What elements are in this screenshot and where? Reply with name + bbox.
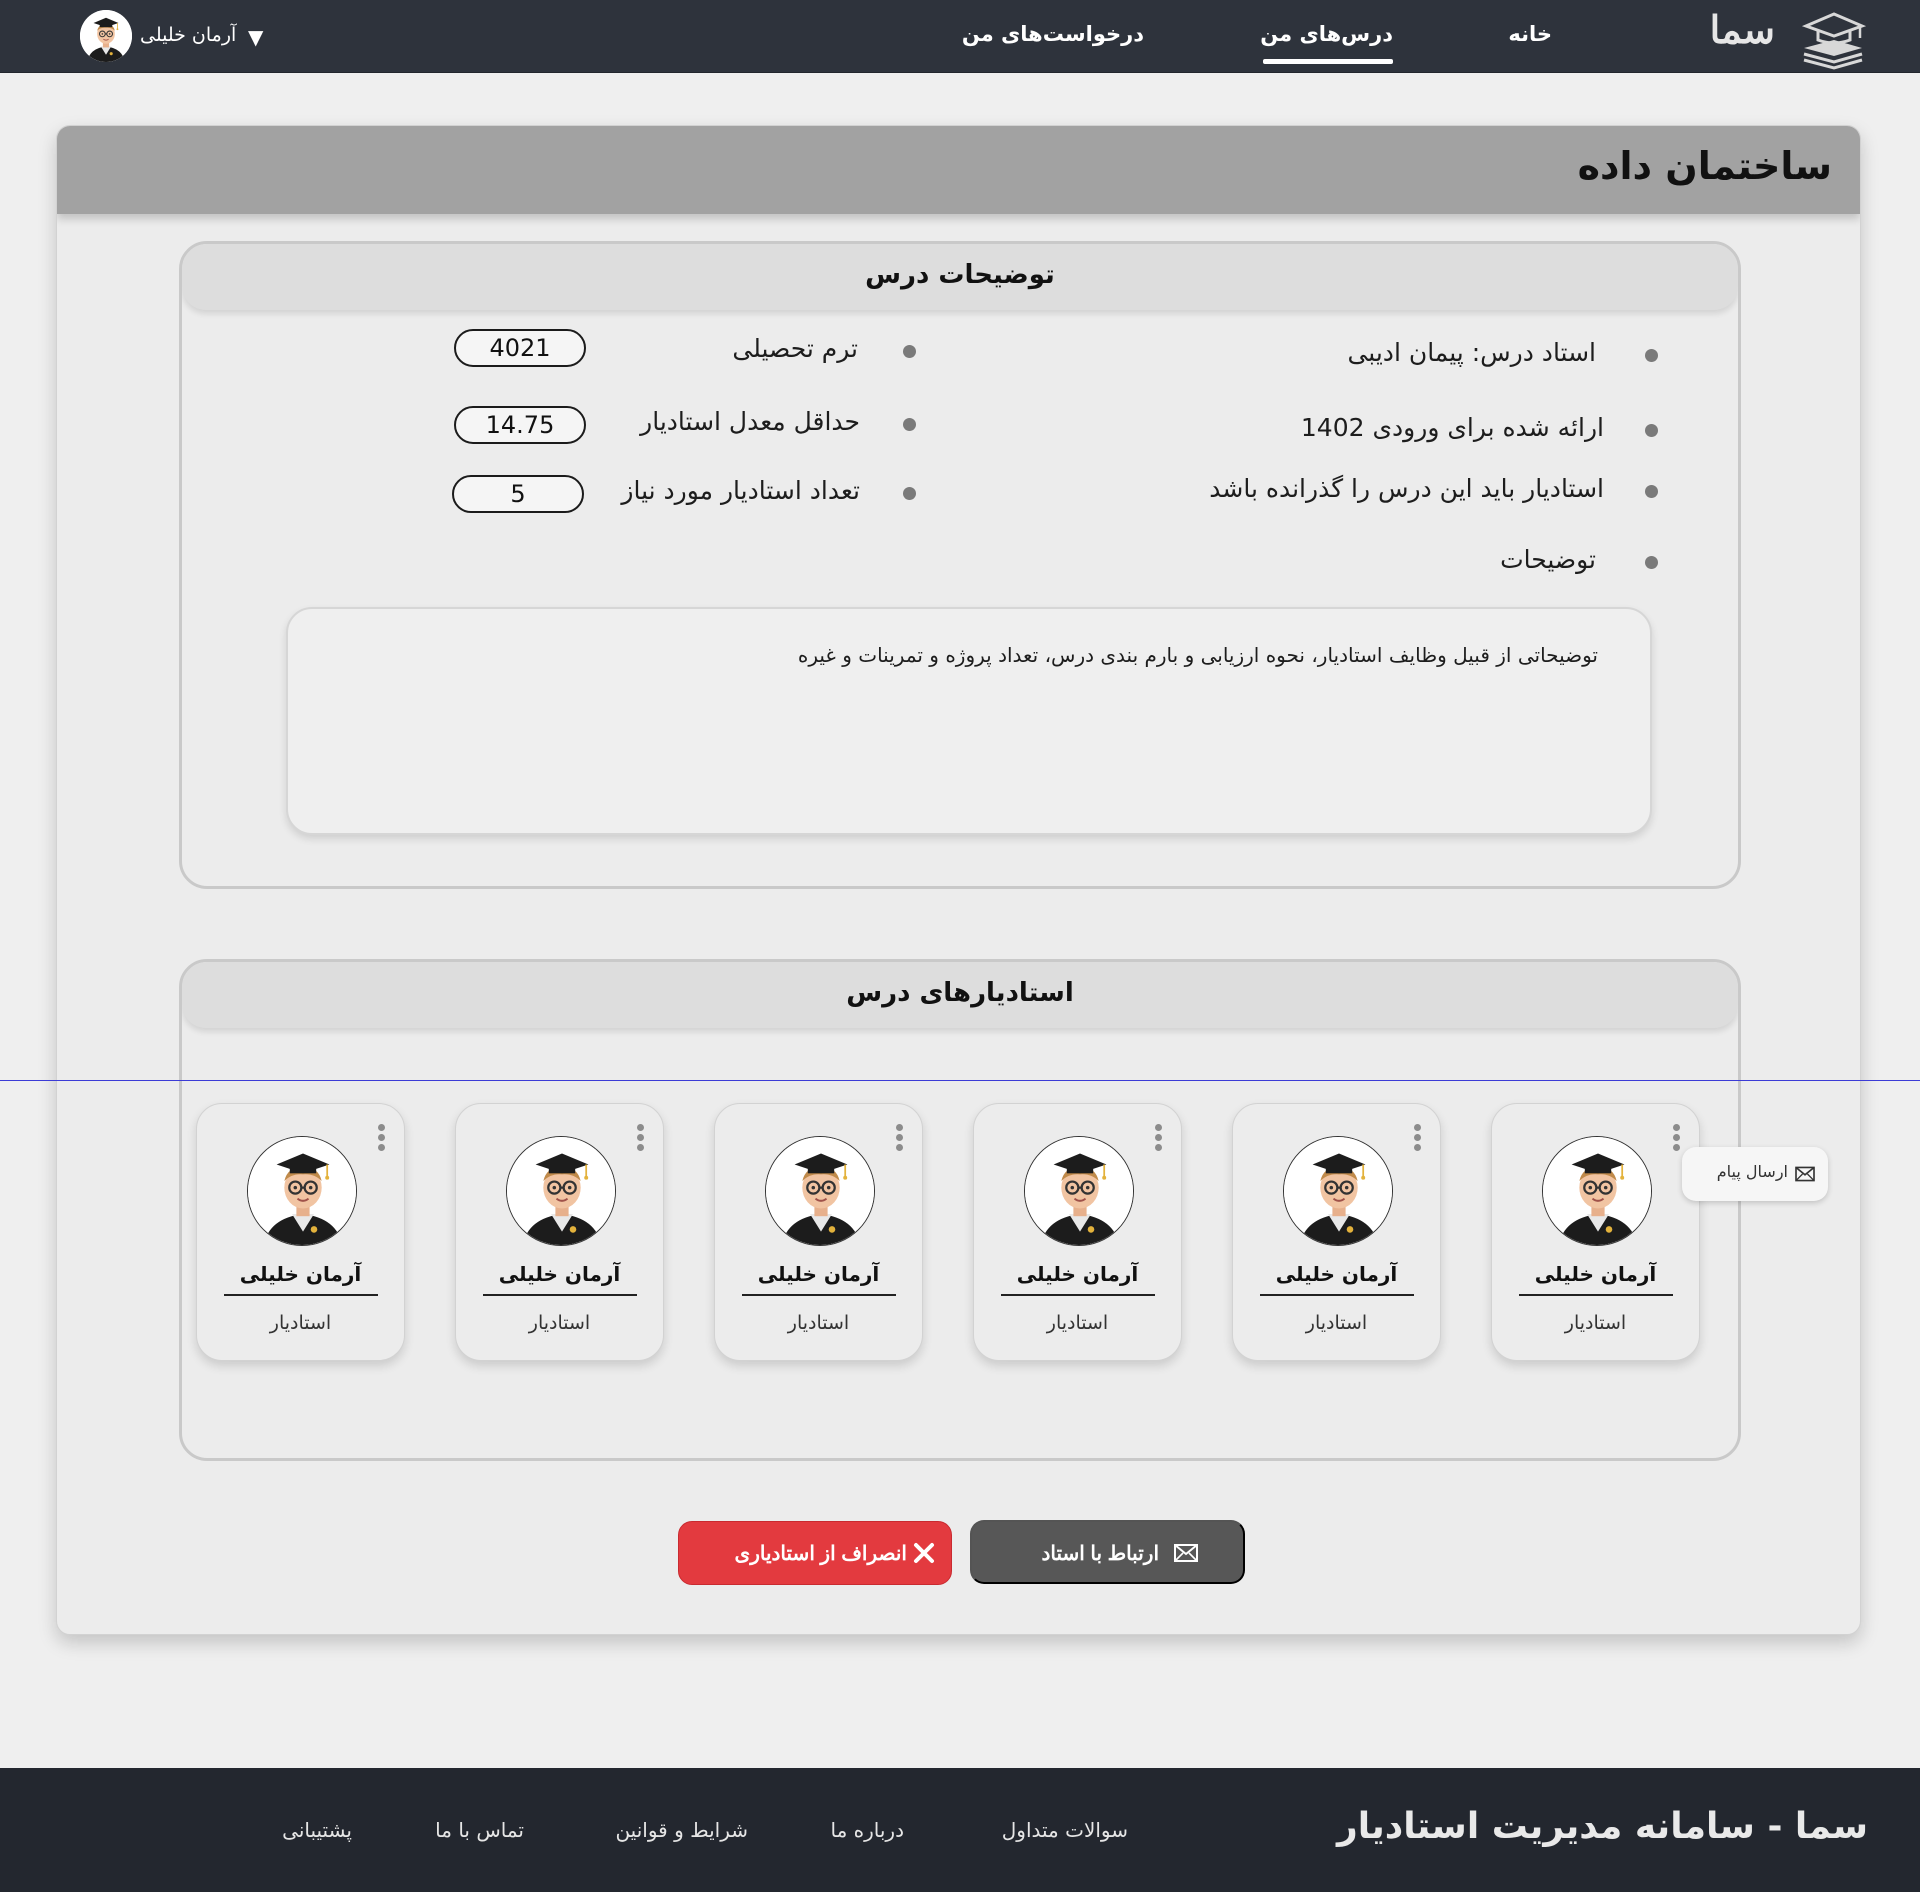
guide-line bbox=[0, 1080, 1920, 1081]
footer-link-about[interactable]: درباره ما bbox=[830, 1818, 904, 1842]
ta-card[interactable]: آرمان خلیلی استادیار bbox=[1232, 1103, 1441, 1361]
ta-count-value: 5 bbox=[452, 475, 584, 513]
more-vertical-icon[interactable] bbox=[1153, 1124, 1163, 1154]
course-header: ساختمان داده bbox=[57, 126, 1860, 214]
ta-role: استادیار bbox=[528, 1312, 591, 1334]
description-box: توضیحاتی از قبیل وظایف استادیار، نحوه ار… bbox=[286, 607, 1652, 835]
top-navbar: سما خانه درس‌های من درخواست‌های من آرمان… bbox=[0, 0, 1920, 73]
page-title: ساختمان داده bbox=[1577, 144, 1832, 188]
contact-instructor-button[interactable]: ارتباط با استاد bbox=[970, 1520, 1245, 1584]
footer-link-faq[interactable]: سوالات متداول bbox=[1002, 1818, 1128, 1842]
user-avatar bbox=[80, 10, 132, 62]
divider bbox=[1260, 1294, 1414, 1296]
bullet-icon bbox=[903, 345, 916, 358]
divider bbox=[1001, 1294, 1155, 1296]
course-details-title: توضیحات درس bbox=[865, 260, 1055, 290]
ta-avatar bbox=[247, 1136, 357, 1246]
divider bbox=[224, 1294, 378, 1296]
ta-name: آرمان خلیلی bbox=[1016, 1262, 1139, 1286]
ta-count-label: تعداد استادیار مورد نیاز bbox=[621, 476, 860, 505]
nav-link-my-requests[interactable]: درخواست‌های من bbox=[962, 22, 1144, 46]
caret-down-icon[interactable]: ▼ bbox=[248, 25, 263, 49]
ta-name: آرمان خلیلی bbox=[757, 1262, 880, 1286]
ta-avatar bbox=[1283, 1136, 1393, 1246]
ta-avatar bbox=[506, 1136, 616, 1246]
nav-link-home[interactable]: خانه bbox=[1508, 22, 1552, 46]
course-tas-panel: استادیارهای درس آرمان خلیلی استادیار آرم… bbox=[179, 959, 1741, 1461]
ta-role: استادیار bbox=[787, 1312, 850, 1334]
mail-icon bbox=[1795, 1166, 1815, 1182]
ta-name: آرمان خلیلی bbox=[1275, 1262, 1398, 1286]
course-tas-title: استادیارهای درس bbox=[846, 978, 1074, 1008]
ta-avatar bbox=[1024, 1136, 1134, 1246]
ta-name: آرمان خلیلی bbox=[1534, 1262, 1657, 1286]
ta-avatar bbox=[765, 1136, 875, 1246]
min-gpa-value: 14.75 bbox=[454, 406, 586, 444]
bullet-icon bbox=[903, 487, 916, 500]
bullet-icon bbox=[1645, 349, 1658, 362]
more-vertical-icon[interactable] bbox=[1671, 1124, 1681, 1154]
prerequisite-label: استادیار باید این درس را گذرانده باشد bbox=[1209, 474, 1604, 503]
ta-name: آرمان خلیلی bbox=[239, 1262, 362, 1286]
mail-icon bbox=[1174, 1544, 1198, 1562]
ta-role: استادیار bbox=[1046, 1312, 1109, 1334]
footer: سما - سامانه مدیریت استادیار سوالات متدا… bbox=[0, 1768, 1920, 1892]
graduation-books-logo-icon bbox=[1801, 12, 1867, 70]
ta-name: آرمان خلیلی bbox=[498, 1262, 621, 1286]
footer-link-contact[interactable]: تماس با ما bbox=[435, 1818, 524, 1842]
course-details-header: توضیحات درس bbox=[182, 244, 1738, 310]
bullet-icon bbox=[1645, 556, 1658, 569]
withdraw-ta-button[interactable]: انصراف از استادیاری bbox=[678, 1521, 952, 1585]
more-vertical-icon[interactable] bbox=[1412, 1124, 1422, 1154]
ta-role: استادیار bbox=[269, 1312, 332, 1334]
send-message-popup[interactable]: ارسال پیام bbox=[1682, 1147, 1828, 1201]
withdraw-ta-label: انصراف از استادیاری bbox=[734, 1543, 907, 1565]
more-vertical-icon[interactable] bbox=[635, 1124, 645, 1154]
active-tab-indicator bbox=[1263, 59, 1393, 64]
course-card: ساختمان داده توضیحات درس استاد درس: پیما… bbox=[56, 125, 1861, 1635]
bullet-icon bbox=[1645, 424, 1658, 437]
bullet-icon bbox=[903, 418, 916, 431]
ta-card[interactable]: آرمان خلیلی استادیار bbox=[455, 1103, 664, 1361]
description-heading: توضیحات bbox=[1500, 545, 1596, 574]
min-gpa-label: حداقل معدل استادیار bbox=[640, 407, 860, 436]
ta-card[interactable]: آرمان خلیلی استادیار bbox=[1491, 1103, 1700, 1361]
ta-avatar bbox=[1542, 1136, 1652, 1246]
footer-link-terms[interactable]: شرایط و قوانین bbox=[615, 1818, 748, 1842]
ta-card[interactable]: آرمان خلیلی استادیار bbox=[714, 1103, 923, 1361]
contact-instructor-label: ارتباط با استاد bbox=[1041, 1543, 1159, 1565]
more-vertical-icon[interactable] bbox=[376, 1124, 386, 1154]
footer-link-support[interactable]: پشتیبانی bbox=[282, 1818, 352, 1842]
instructor-label: استاد درس: پیمان ادیبی bbox=[1347, 338, 1596, 367]
more-vertical-icon[interactable] bbox=[894, 1124, 904, 1154]
bullet-icon bbox=[1645, 485, 1658, 498]
user-menu[interactable]: آرمان خلیلی ▼ bbox=[80, 10, 270, 62]
divider bbox=[742, 1294, 896, 1296]
course-tas-header: استادیارهای درس bbox=[182, 962, 1738, 1028]
ta-card[interactable]: آرمان خلیلی استادیار bbox=[973, 1103, 1182, 1361]
nav-link-my-courses[interactable]: درس‌های من bbox=[1260, 22, 1393, 46]
term-label: ترم تحصیلی bbox=[732, 334, 858, 363]
send-message-label: ارسال پیام bbox=[1716, 1162, 1788, 1181]
user-name: آرمان خلیلی bbox=[140, 24, 237, 46]
offered-for-label: ارائه شده برای ورودی 1402 bbox=[1300, 413, 1604, 442]
course-details-panel: توضیحات درس استاد درس: پیمان ادیبی ارائه… bbox=[179, 241, 1741, 889]
ta-card[interactable]: آرمان خلیلی استادیار bbox=[196, 1103, 405, 1361]
term-value: 4021 bbox=[454, 329, 586, 367]
ta-role: استادیار bbox=[1564, 1312, 1627, 1334]
footer-title: سما - سامانه مدیریت استادیار bbox=[1336, 1806, 1868, 1847]
description-text: توضیحاتی از قبیل وظایف استادیار، نحوه ار… bbox=[797, 643, 1598, 667]
brand-name[interactable]: سما bbox=[1710, 7, 1775, 52]
divider bbox=[1519, 1294, 1673, 1296]
divider bbox=[483, 1294, 637, 1296]
ta-role: استادیار bbox=[1305, 1312, 1368, 1334]
close-icon bbox=[914, 1543, 934, 1563]
